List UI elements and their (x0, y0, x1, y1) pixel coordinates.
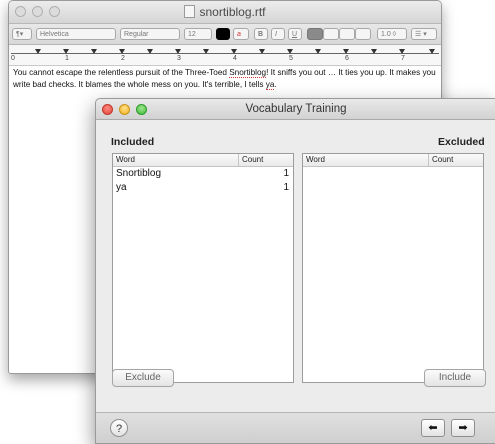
misspelled-word[interactable]: Snortiblog (229, 68, 267, 78)
tab-stop[interactable] (287, 49, 293, 54)
tab-stop[interactable] (371, 49, 377, 54)
font-family-popup[interactable]: Helvetica (36, 28, 116, 40)
table-header: Word Count (113, 154, 293, 167)
included-label: Included (111, 136, 155, 148)
tab-stop[interactable] (259, 49, 265, 54)
ruler-label: 3 (177, 55, 181, 62)
underline-button[interactable]: U (288, 28, 302, 40)
textedit-titlebar: snortiblog.rtf (9, 1, 441, 24)
tab-stop[interactable] (175, 49, 181, 54)
document-text[interactable]: You cannot escape the relentless pursuit… (13, 67, 437, 91)
ruler-label: 5 (289, 55, 293, 62)
italic-button[interactable]: I (271, 28, 285, 40)
exclude-button[interactable]: Exclude (112, 369, 174, 387)
count-cell: 1 (283, 182, 289, 193)
tab-stop[interactable] (63, 49, 69, 54)
next-arrow-button[interactable]: ➡ (451, 419, 475, 437)
table-row[interactable]: Snortiblog 1 (113, 167, 293, 181)
ruler-label: 7 (401, 55, 405, 62)
document-title: snortiblog.rtf (9, 5, 441, 19)
include-button[interactable]: Include (424, 369, 486, 387)
align-left-button[interactable] (307, 28, 323, 40)
ruler-label: 4 (233, 55, 237, 62)
word-cell: ya (116, 182, 127, 193)
document-icon (184, 5, 196, 18)
bold-button[interactable]: B (254, 28, 268, 40)
word-column-header[interactable]: Word (306, 155, 325, 164)
table-row[interactable]: ya 1 (113, 181, 293, 195)
list-style-popup[interactable]: ☰ ▾ (411, 28, 437, 40)
tab-stop[interactable] (203, 49, 209, 54)
format-bar: ¶▾ Helvetica Regular 12 a B I U 1.0 ◊ ☰ … (9, 24, 441, 45)
paragraph-style-popup[interactable]: ¶▾ (12, 28, 32, 40)
font-size-field[interactable]: 12 (184, 28, 212, 40)
count-column-header[interactable]: Count (238, 154, 263, 166)
line-spacing-popup[interactable]: 1.0 ◊ (377, 28, 407, 40)
vocabulary-training-window: Vocabulary Training Included Excluded Wo… (95, 98, 495, 444)
count-column-header[interactable]: Count (428, 154, 453, 166)
previous-arrow-button[interactable]: ⬅ (421, 419, 445, 437)
tab-stop[interactable] (147, 49, 153, 54)
excluded-label: Excluded (438, 136, 485, 148)
excluded-table[interactable]: Word Count (302, 153, 484, 383)
tab-stop[interactable] (231, 49, 237, 54)
tab-stop[interactable] (119, 49, 125, 54)
text-color-well[interactable] (216, 28, 230, 40)
ruler-label: 6 (345, 55, 349, 62)
tab-stop[interactable] (429, 49, 435, 54)
align-right-button[interactable] (339, 28, 355, 40)
word-column-header[interactable]: Word (116, 155, 135, 164)
align-center-button[interactable] (323, 28, 339, 40)
dialog-titlebar: Vocabulary Training (96, 99, 495, 120)
ruler-label: 2 (121, 55, 125, 62)
tab-stop[interactable] (35, 49, 41, 54)
ruler[interactable]: 0 1 2 3 4 5 6 7 (9, 45, 441, 66)
highlight-color-well[interactable]: a (233, 28, 249, 40)
font-style-popup[interactable]: Regular (120, 28, 180, 40)
tab-stop[interactable] (91, 49, 97, 54)
word-cell: Snortiblog (116, 168, 162, 179)
ruler-label: 1 (65, 55, 69, 62)
align-justify-button[interactable] (355, 28, 371, 40)
table-header: Word Count (303, 154, 483, 167)
dialog-title: Vocabulary Training (245, 103, 347, 115)
count-cell: 1 (283, 168, 289, 179)
dialog-bottom-bar: ? ⬅ ➡ (96, 412, 495, 443)
help-button[interactable]: ? (110, 419, 128, 437)
ruler-label: 0 (11, 55, 15, 62)
included-table[interactable]: Word Count Snortiblog 1 ya 1 (112, 153, 294, 383)
tab-stop[interactable] (399, 49, 405, 54)
tab-stop[interactable] (315, 49, 321, 54)
tab-stop[interactable] (343, 49, 349, 54)
